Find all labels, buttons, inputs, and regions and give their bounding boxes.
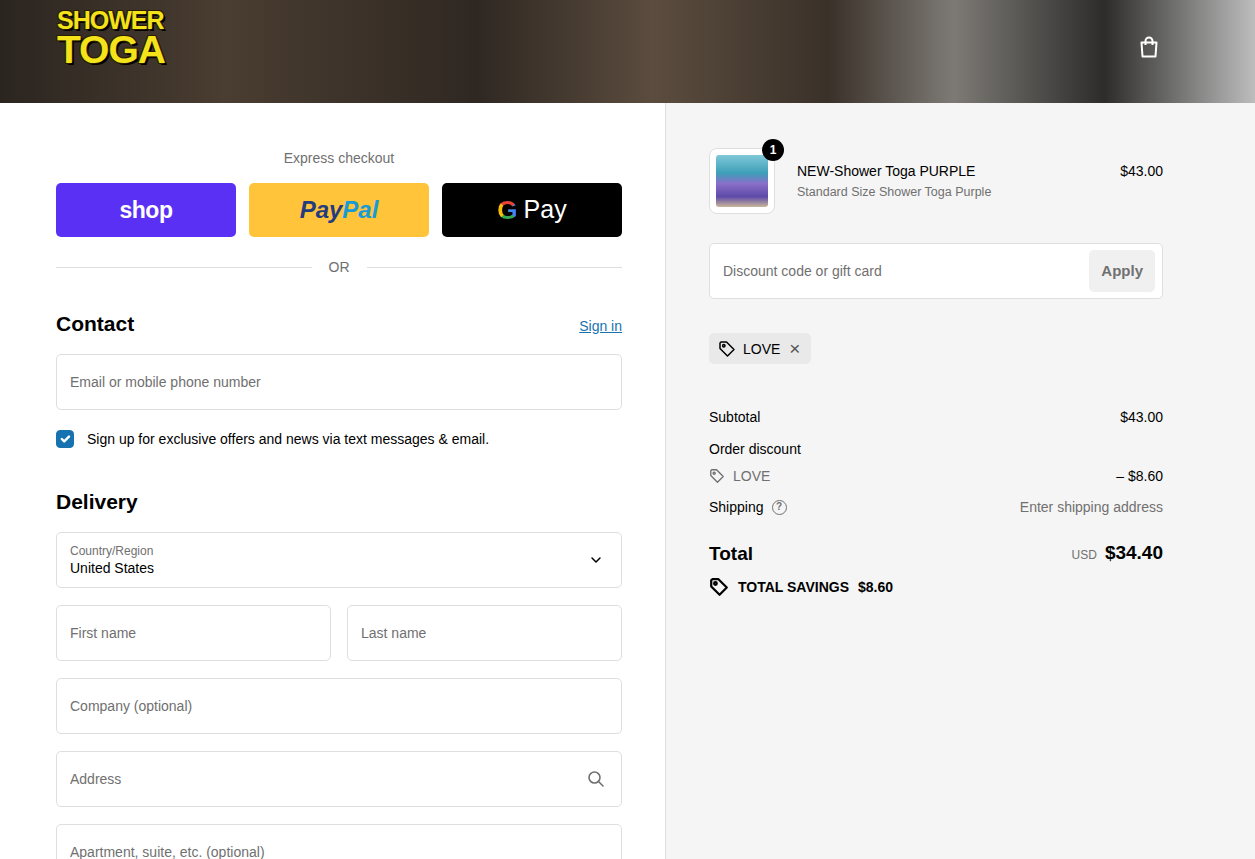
store-logo[interactable]: SHOWERTOGA bbox=[57, 9, 165, 68]
select-label: Country/Region bbox=[70, 544, 579, 559]
button-text: Pay bbox=[300, 192, 343, 228]
shopping-bag-icon bbox=[1138, 35, 1160, 59]
divider-line bbox=[367, 267, 623, 268]
address-fields: Country/RegionUnited States bbox=[56, 532, 622, 859]
shop-button[interactable]: shop bbox=[56, 183, 236, 237]
field-row bbox=[56, 824, 622, 859]
gpay-button[interactable]: GPay bbox=[442, 183, 622, 237]
email-input[interactable] bbox=[56, 354, 622, 410]
shipping-label: Shipping bbox=[709, 497, 764, 517]
delivery-title: Delivery bbox=[56, 489, 138, 515]
remove-code-button[interactable]: × bbox=[787, 340, 802, 358]
discount-code: LOVE bbox=[709, 466, 770, 486]
code-text: LOVE bbox=[733, 466, 770, 486]
total-savings: TOTAL SAVINGS $8.60 bbox=[709, 577, 1163, 597]
or-divider: OR bbox=[56, 259, 622, 276]
select-text: Country/RegionUnited States bbox=[70, 544, 579, 577]
discount-value: – $8.60 bbox=[1116, 466, 1163, 486]
logo-text: SHOWER bbox=[57, 9, 165, 32]
express-checkout-title: Express checkout bbox=[56, 150, 622, 167]
text-input[interactable] bbox=[347, 605, 622, 661]
page-header: SHOWERTOGA bbox=[0, 0, 1255, 103]
order-discount-label: Order discount bbox=[709, 439, 801, 459]
shipping-value: Enter shipping address bbox=[1020, 497, 1163, 517]
delivery-header: Delivery bbox=[56, 489, 622, 515]
text-input[interactable] bbox=[56, 824, 622, 859]
or-text: OR bbox=[329, 259, 350, 276]
order-discount-row: Order discount bbox=[709, 439, 1163, 459]
total-amount: USD $34.40 bbox=[1072, 543, 1163, 565]
chevron-down-icon bbox=[589, 553, 603, 567]
quantity-badge: 1 bbox=[762, 139, 784, 161]
total-label: Total bbox=[709, 541, 753, 567]
address-field bbox=[56, 751, 622, 807]
search-icon bbox=[587, 770, 605, 788]
text-input[interactable] bbox=[56, 678, 622, 734]
code-text: LOVE bbox=[743, 340, 780, 358]
discount-input[interactable] bbox=[723, 261, 1081, 282]
button-text: Pal bbox=[342, 192, 378, 228]
field-row: Country/RegionUnited States bbox=[56, 532, 622, 588]
product-photo bbox=[716, 155, 768, 207]
subtotal-label: Subtotal bbox=[709, 407, 760, 427]
sign-in-link[interactable]: Sign in bbox=[579, 316, 622, 337]
marketing-option[interactable]: Sign up for exclusive offers and news vi… bbox=[56, 430, 622, 448]
subtotal-value: $43.00 bbox=[1120, 407, 1163, 427]
product-thumbnail: 1 bbox=[709, 148, 775, 214]
tag-icon bbox=[718, 340, 736, 358]
tag-icon bbox=[709, 468, 725, 484]
paypal-button[interactable]: PayPal bbox=[249, 183, 429, 237]
contact-header: Contact Sign in bbox=[56, 311, 622, 337]
button-text: shop bbox=[120, 193, 173, 228]
product-row: 1 NEW-Shower Toga PURPLE $43.00 Standard Si… bbox=[709, 148, 1163, 214]
total-value: $34.40 bbox=[1105, 543, 1163, 563]
currency-code: USD bbox=[1072, 545, 1097, 565]
discount-field: Apply bbox=[709, 243, 1163, 299]
savings-label: TOTAL SAVINGS bbox=[738, 577, 849, 597]
logo-text: TOGA bbox=[57, 32, 165, 68]
field-row bbox=[56, 605, 622, 661]
contact-title: Contact bbox=[56, 311, 134, 337]
shipping-help[interactable]: ? bbox=[772, 500, 787, 515]
product-name: NEW-Shower Toga PURPLE bbox=[797, 163, 975, 180]
apply-button[interactable]: Apply bbox=[1089, 250, 1155, 292]
subtotal-row: Subtotal $43.00 bbox=[709, 407, 1163, 427]
order-summary: 1 NEW-Shower Toga PURPLE $43.00 Standard Si… bbox=[665, 103, 1255, 859]
checkout-layout: Express checkoutshopPayPalGPayORContactS… bbox=[0, 103, 1255, 859]
field-row bbox=[56, 751, 622, 807]
total-row: Total USD $34.40 bbox=[709, 541, 1163, 567]
product-price: $43.00 bbox=[1120, 163, 1163, 180]
express-buttons: shopPayPalGPay bbox=[56, 183, 622, 237]
product-variant: Standard Size Shower Toga Purple bbox=[797, 184, 1163, 200]
discount-chip: LOVE × bbox=[709, 333, 811, 364]
field-row bbox=[56, 678, 622, 734]
country-select[interactable]: Country/RegionUnited States bbox=[56, 532, 622, 588]
shipping-row: Shipping? Enter shipping address bbox=[709, 497, 1163, 517]
checkout-form: Express checkoutshopPayPalGPayORContactS… bbox=[0, 103, 665, 859]
applied-codes: LOVE × bbox=[709, 333, 1163, 364]
text-input[interactable] bbox=[56, 605, 331, 661]
savings-value: $8.60 bbox=[858, 577, 893, 597]
shipping-label-group: Shipping? bbox=[709, 497, 787, 517]
address-input[interactable] bbox=[70, 769, 587, 790]
product-info: NEW-Shower Toga PURPLE $43.00 Standard Siz… bbox=[797, 163, 1163, 200]
cart-button[interactable] bbox=[1136, 33, 1162, 61]
marketing-label: Sign up for exclusive offers and news vi… bbox=[87, 430, 489, 448]
marketing-checkbox[interactable] bbox=[56, 430, 74, 448]
divider-line bbox=[56, 267, 312, 268]
select-value: United States bbox=[70, 559, 579, 577]
button-text: Pay bbox=[524, 191, 567, 229]
tag-icon bbox=[709, 577, 729, 597]
product-title-row: NEW-Shower Toga PURPLE $43.00 bbox=[797, 163, 1163, 180]
button-text: G bbox=[497, 191, 517, 230]
discount-code-row: LOVE – $8.60 bbox=[709, 466, 1163, 486]
